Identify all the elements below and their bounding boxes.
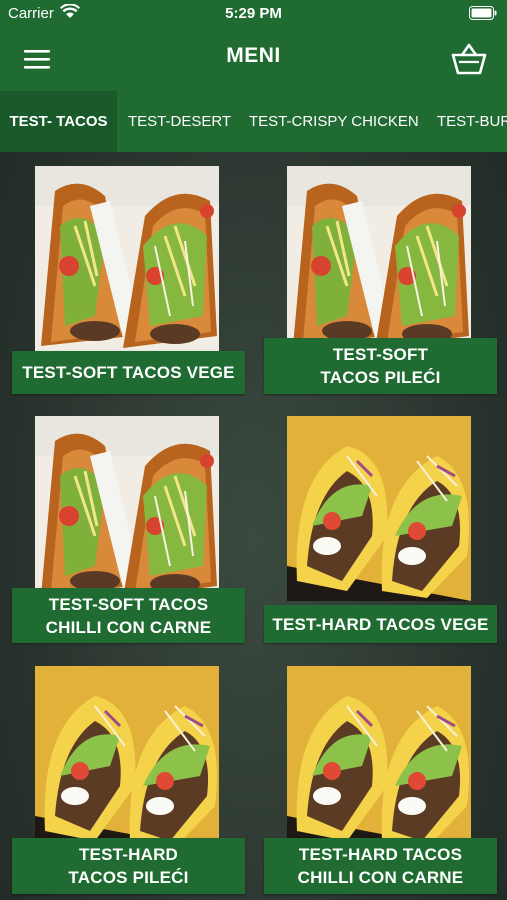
menu-item-name-line2: TACOS PILEĆI [68, 868, 189, 887]
menu-item-card[interactable]: TEST-SOFT TACOS PILEĆI [264, 166, 497, 394]
menu-item-card[interactable]: TEST-HARD TACOS VEGE [264, 416, 497, 643]
soft-taco-image [35, 166, 219, 351]
menu-item-card[interactable]: TEST-HARD TACOS CHILLI CON CARNE [264, 666, 497, 894]
menu-item-name: TEST-HARD TACOS VEGE [272, 614, 489, 634]
menu-item-name-line2: TACOS PILEĆI [320, 368, 441, 387]
basket-icon[interactable] [451, 42, 487, 76]
tab-test-tacos[interactable]: TEST- TACOS [0, 91, 117, 152]
menu-item-label: TEST-HARD TACOS PILEĆI [12, 838, 245, 894]
hard-taco-image [35, 666, 219, 851]
tab-test-crispy-chicken[interactable]: TEST-CRISPY CHICKEN [249, 91, 419, 152]
menu-item-label: TEST-SOFT TACOS VEGE [12, 351, 245, 394]
hard-taco-image [287, 416, 471, 601]
clock: 5:29 PM [225, 5, 282, 22]
menu-item-card[interactable]: TEST-SOFT TACOS VEGE [12, 166, 245, 394]
soft-taco-image [287, 166, 471, 351]
app-header: MENI [0, 26, 507, 91]
tab-test-burger[interactable]: TEST-BUR [437, 91, 507, 152]
menu-item-label: TEST-HARD TACOS CHILLI CON CARNE [264, 838, 497, 894]
menu-item-card[interactable]: TEST-SOFT TACOS CHILLI CON CARNE [12, 416, 245, 643]
menu-item-label: TEST-HARD TACOS VEGE [264, 605, 497, 643]
status-bar: Carrier 5:29 PM [0, 0, 507, 26]
menu-item-name-line2: CHILLI CON CARNE [297, 868, 464, 887]
menu-item-name-line1: TEST-SOFT [332, 345, 429, 364]
page-title: MENI [226, 44, 281, 67]
menu-item-card[interactable]: TEST-HARD TACOS PILEĆI [12, 666, 245, 894]
menu-item-name-line1: TEST-SOFT TACOS [48, 594, 209, 614]
tab-test-desert[interactable]: TEST-DESERT [128, 91, 231, 152]
soft-taco-image [35, 416, 219, 601]
battery-icon [469, 6, 497, 20]
menu-item-name-line1: TEST-HARD TACOS [298, 845, 463, 864]
menu-item-name-line1: TEST-HARD [78, 845, 179, 864]
category-tabs: TEST- TACOS TEST-DESERT TEST-CRISPY CHIC… [0, 91, 507, 152]
menu-item-name: TEST-SOFT TACOS VEGE [22, 363, 235, 382]
menu-item-label: TEST-SOFT TACOS CHILLI CON CARNE [12, 588, 245, 643]
menu-item-label: TEST-SOFT TACOS PILEĆI [264, 338, 497, 394]
hard-taco-image [287, 666, 471, 851]
menu-item-name-line2: CHILLI CON CARNE [45, 617, 212, 637]
